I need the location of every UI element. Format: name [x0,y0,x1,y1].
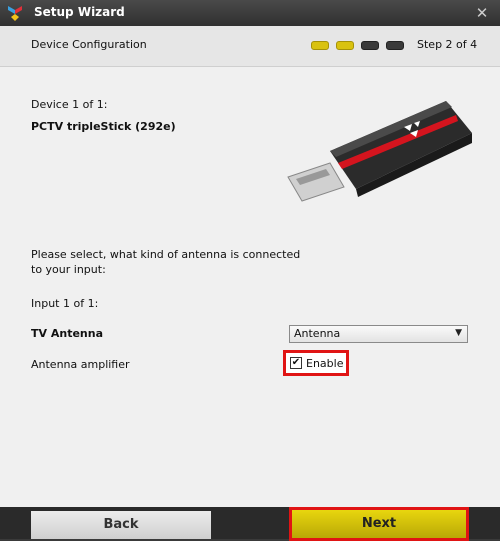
antenna-prompt-line1: Please select, what kind of antenna is c… [31,248,301,261]
wizard-header: Device Configuration Step 2 of 4 [0,26,500,67]
device-name: PCTV tripleStick (292e) [31,120,176,133]
step-dot-4 [386,41,404,50]
setup-wizard-window: Setup Wizard ✕ Device Configuration Step… [0,0,500,541]
wizard-footer: Back Next [0,507,500,541]
input-counter: Input 1 of 1: [31,297,99,310]
antenna-type-value: Antenna [294,327,341,340]
antenna-amplifier-label: Antenna amplifier [31,358,130,371]
section-title: Device Configuration [31,38,147,51]
amplifier-enable-checkbox[interactable]: ✔ [290,357,302,369]
step-dot-3 [361,41,379,50]
amplifier-enable-highlight: ✔ Enable [283,350,349,376]
step-dot-1 [311,41,329,50]
close-icon[interactable]: ✕ [472,3,492,23]
wizard-content: Device 1 of 1: PCTV tripleStick (292e) P… [0,67,500,507]
device-counter: Device 1 of 1: [31,98,108,111]
chevron-down-icon: ▼ [455,328,462,338]
window-title: Setup Wizard [34,5,125,19]
step-dot-2 [336,41,354,50]
app-logo-icon [8,6,22,21]
amplifier-enable-label[interactable]: Enable [306,357,343,370]
next-button[interactable]: Next [289,507,469,541]
antenna-prompt-line2: to your input: [31,263,106,276]
usb-tv-stick-image [287,101,472,202]
step-label: Step 2 of 4 [417,38,478,51]
title-bar: Setup Wizard ✕ [0,0,500,26]
antenna-type-dropdown[interactable]: Antenna ▼ [289,325,468,343]
antenna-type-label: TV Antenna [31,327,103,340]
back-button[interactable]: Back [31,511,211,539]
